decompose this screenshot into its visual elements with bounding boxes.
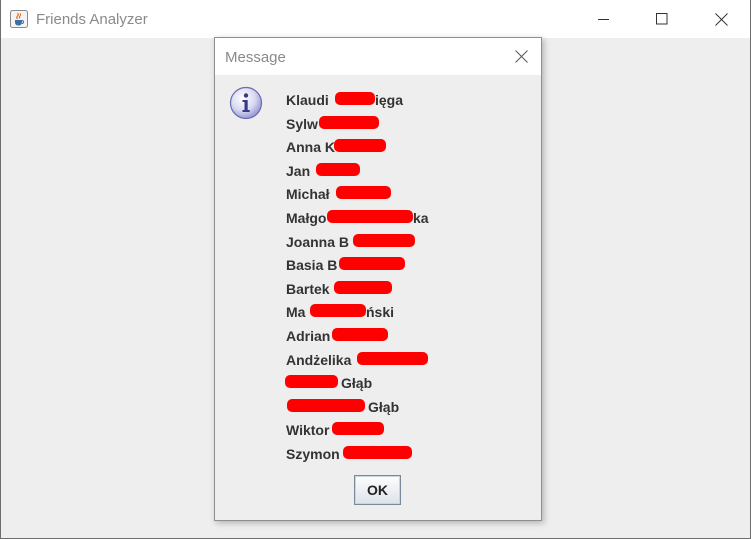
minimize-button[interactable] bbox=[581, 0, 627, 38]
redaction-mark bbox=[353, 233, 415, 247]
list-item: Głąb bbox=[286, 397, 399, 421]
redaction-mark bbox=[357, 351, 428, 365]
java-cup-icon bbox=[10, 10, 28, 28]
name-visible-part: Andżelika bbox=[286, 351, 352, 368]
list-item: Głąb bbox=[285, 373, 399, 397]
list-item: Ma ński bbox=[286, 302, 399, 326]
list-item: Bartek bbox=[286, 279, 399, 303]
redaction-mark bbox=[316, 162, 360, 176]
list-item: Adrian bbox=[286, 326, 399, 350]
name-visible-part: Anna K bbox=[286, 139, 335, 156]
name-visible-suffix: ński bbox=[366, 304, 395, 321]
redaction-mark bbox=[332, 422, 384, 436]
maximize-icon bbox=[656, 13, 668, 25]
list-item: Andżelika bbox=[286, 350, 428, 374]
name-visible-part: Basia B bbox=[286, 257, 338, 274]
redaction-mark bbox=[339, 257, 405, 271]
name-visible-suffix: Głąb bbox=[368, 398, 400, 415]
redaction-mark bbox=[335, 92, 375, 105]
name-visible-part: Szymon bbox=[286, 445, 340, 462]
name-visible-part: Joanna B bbox=[286, 233, 350, 250]
close-icon bbox=[514, 49, 528, 63]
name-visible-part: Sylw bbox=[286, 115, 318, 132]
name-visible-suffix: ięga bbox=[375, 92, 404, 108]
ok-button[interactable]: OK bbox=[354, 475, 401, 505]
close-icon bbox=[714, 12, 728, 26]
minimize-icon bbox=[598, 19, 609, 20]
list-item: Basia B bbox=[286, 255, 405, 279]
redaction-mark bbox=[327, 209, 413, 223]
name-visible-part: Małgo bbox=[286, 209, 327, 226]
window-titlebar[interactable]: Friends Analyzer bbox=[1, 0, 750, 38]
list-item: Małgo ka bbox=[286, 208, 429, 232]
name-visible-part: Jan bbox=[286, 162, 311, 179]
list-item: Szymon bbox=[286, 444, 412, 468]
name-visible-part: Wiktor bbox=[286, 422, 330, 439]
list-item: Anna K bbox=[286, 137, 399, 161]
name-visible-part: Michał bbox=[286, 186, 330, 203]
info-icon bbox=[229, 86, 263, 120]
dialog-close-button[interactable] bbox=[509, 44, 533, 68]
redaction-mark bbox=[336, 186, 391, 200]
list-item: Jan bbox=[286, 161, 399, 185]
list-item: Sylw bbox=[286, 114, 399, 138]
redaction-mark bbox=[310, 304, 366, 318]
friends-name-list: Klaudi ięga Sylw Anna K Jan Michał Małgo ka Joan… bbox=[285, 90, 429, 468]
name-visible-suffix: Głąb bbox=[341, 375, 373, 392]
list-item: Michał bbox=[286, 184, 399, 208]
redaction-mark bbox=[319, 115, 379, 129]
list-item: Wiktor bbox=[286, 420, 399, 444]
name-visible-part: Ma bbox=[286, 304, 306, 321]
name-visible-part: Adrian bbox=[286, 327, 331, 344]
name-visible-suffix: ka bbox=[413, 209, 429, 226]
dialog-title: Message bbox=[225, 49, 286, 66]
close-button[interactable] bbox=[698, 0, 744, 38]
window-title: Friends Analyzer bbox=[36, 11, 148, 28]
list-item: Klaudi ięga bbox=[286, 90, 403, 114]
redaction-mark bbox=[285, 375, 338, 389]
message-dialog: Message Klaudi ięga Sylw Anna K Jan Michał Mał… bbox=[214, 37, 542, 521]
name-visible-part: Klaudi bbox=[286, 92, 329, 108]
name-visible-part: Bartek bbox=[286, 280, 330, 297]
redaction-mark bbox=[334, 280, 392, 294]
redaction-mark bbox=[287, 398, 365, 412]
dialog-titlebar[interactable]: Message bbox=[215, 38, 541, 75]
redaction-mark bbox=[343, 445, 412, 459]
maximize-button[interactable] bbox=[639, 0, 685, 38]
list-item: Joanna B bbox=[286, 232, 415, 256]
redaction-mark bbox=[332, 327, 388, 341]
redaction-mark bbox=[334, 139, 386, 153]
